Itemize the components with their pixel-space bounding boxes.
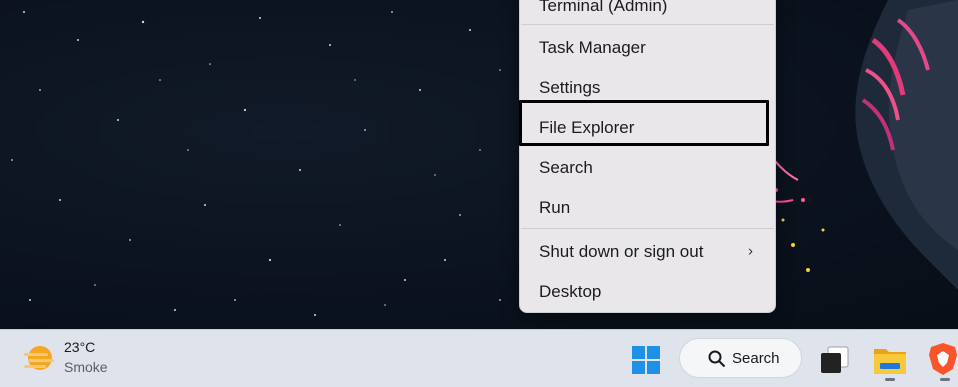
weather-widget[interactable]: 23°C Smoke — [22, 338, 142, 382]
menu-separator — [521, 228, 774, 229]
taskbar-search-button[interactable]: Search — [679, 338, 802, 378]
running-indicator — [940, 378, 950, 381]
start-icon[interactable] — [631, 345, 661, 375]
menu-separator — [521, 24, 774, 25]
menu-item-label: Run — [539, 198, 571, 217]
menu-item-settings[interactable]: Settings — [520, 70, 775, 106]
chevron-right-icon: › — [748, 242, 753, 260]
search-label: Search — [732, 350, 780, 367]
menu-item-desktop[interactable]: Desktop — [520, 274, 775, 310]
weather-condition: Smoke — [64, 359, 108, 375]
menu-item-shut-down-or-sign-out[interactable]: Shut down or sign out › — [520, 234, 775, 270]
haze-sun-icon — [24, 346, 54, 370]
context-menu: Terminal (Admin) Task Manager Settings F… — [519, 0, 776, 313]
menu-item-label: Desktop — [539, 282, 602, 301]
menu-item-run[interactable]: Run — [520, 190, 775, 226]
menu-item-label: Settings — [539, 78, 601, 97]
menu-item-label: Task Manager — [539, 38, 646, 57]
menu-item-label: File Explorer — [539, 118, 635, 137]
menu-item-file-explorer[interactable]: File Explorer — [520, 110, 775, 146]
file-explorer-icon[interactable] — [872, 343, 908, 377]
menu-item-search[interactable]: Search — [520, 150, 775, 186]
taskbar: 23°C Smoke Search — [0, 329, 958, 387]
task-view-icon[interactable] — [818, 343, 852, 377]
search-icon — [708, 350, 726, 368]
weather-temperature: 23°C — [64, 339, 96, 355]
desktop-wallpaper — [0, 0, 958, 329]
menu-item-label: Search — [539, 158, 593, 177]
brave-browser-icon[interactable] — [929, 341, 958, 377]
menu-item-label: Terminal (Admin) — [539, 0, 668, 15]
menu-item-terminal-admin[interactable]: Terminal (Admin) — [520, 0, 775, 24]
menu-item-label: Shut down or sign out — [539, 242, 704, 261]
running-indicator — [885, 378, 895, 381]
menu-item-task-manager[interactable]: Task Manager — [520, 30, 775, 66]
